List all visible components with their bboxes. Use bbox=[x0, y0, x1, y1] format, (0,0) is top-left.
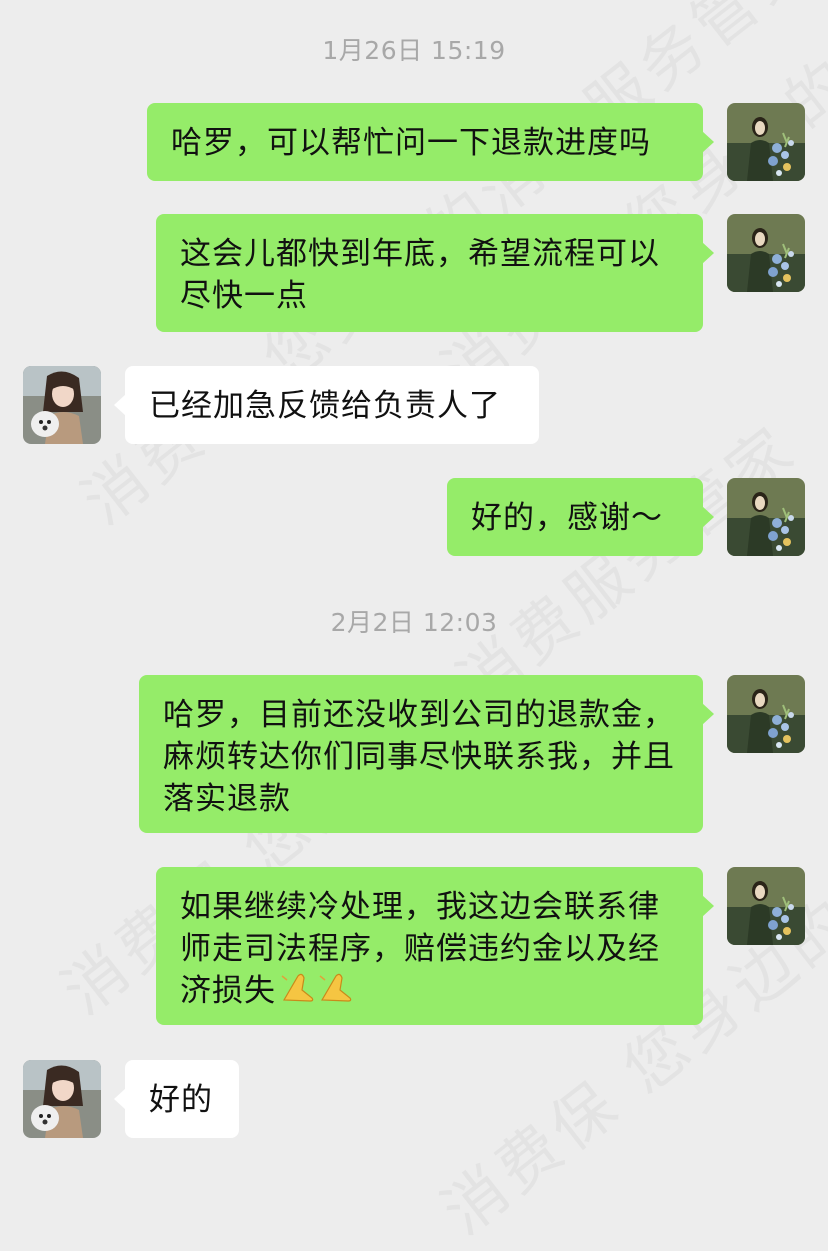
message-text: 已经加急反馈给负责人了 bbox=[149, 388, 501, 424]
folded-hands-icon bbox=[280, 970, 356, 1015]
message-bubble-sent[interactable]: 这会儿都快到年底，希望流程可以尽快一点 bbox=[156, 214, 714, 332]
self-avatar[interactable] bbox=[727, 675, 805, 753]
self-avatar[interactable] bbox=[727, 103, 805, 181]
self-avatar[interactable] bbox=[727, 478, 805, 556]
contact-avatar[interactable] bbox=[23, 366, 101, 444]
message-text: 好的 bbox=[149, 1082, 213, 1118]
message-text: 好的，感谢～ bbox=[471, 500, 663, 536]
message-bubble-sent[interactable]: 哈罗，可以帮忙问一下退款进度吗 bbox=[147, 103, 714, 181]
message-bubble-sent[interactable]: 哈罗，目前还没收到公司的退款金，麻烦转达你们同事尽快联系我，并且落实退款 bbox=[139, 675, 714, 833]
message-text: 这会儿都快到年底，希望流程可以尽快一点 bbox=[180, 236, 660, 314]
message-bubble-received[interactable]: 好的 bbox=[114, 1060, 239, 1138]
self-avatar[interactable] bbox=[727, 867, 805, 945]
message-bubble-sent[interactable]: 如果继续冷处理，我这边会联系律师走司法程序，赔偿违约金以及经济损失 bbox=[156, 867, 714, 1025]
timestamp: 2月2日 12:03 bbox=[330, 608, 498, 637]
message-bubble-received[interactable]: 已经加急反馈给负责人了 bbox=[114, 366, 539, 444]
self-avatar[interactable] bbox=[727, 214, 805, 292]
message-text: 哈罗，目前还没收到公司的退款金，麻烦转达你们同事尽快联系我，并且落实退款 bbox=[163, 697, 675, 817]
message-text: 如果继续冷处理，我这边会联系律师走司法程序，赔偿违约金以及经济损失 bbox=[180, 889, 660, 1009]
message-bubble-sent[interactable]: 好的，感谢～ bbox=[447, 478, 714, 556]
contact-avatar[interactable] bbox=[23, 1060, 101, 1138]
message-text: 哈罗，可以帮忙问一下退款进度吗 bbox=[171, 125, 651, 161]
timestamp: 1月26日 15:19 bbox=[322, 36, 506, 65]
